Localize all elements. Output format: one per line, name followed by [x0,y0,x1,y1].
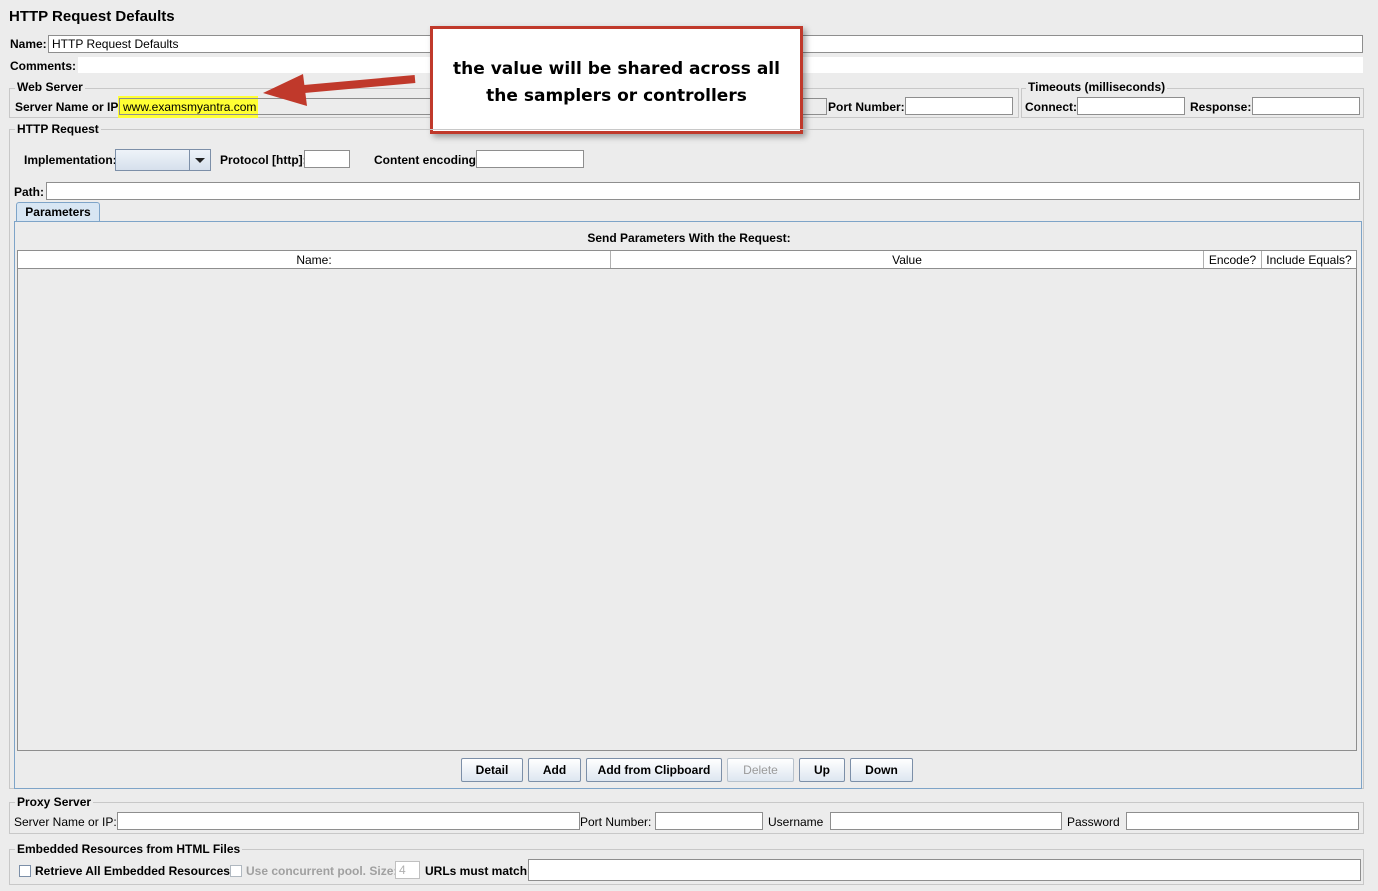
concurrent-pool-label: Use concurrent pool. Size: [246,864,398,878]
parameters-table[interactable] [17,250,1357,751]
http-request-legend: HTTP Request [15,122,101,136]
implementation-select[interactable] [115,149,211,171]
name-label: Name: [10,37,47,51]
column-header-encode[interactable]: Encode? [1204,251,1262,268]
annotation-arrow-icon [263,74,416,106]
proxy-password-label: Password [1067,815,1120,829]
path-field[interactable] [46,182,1360,200]
add-button[interactable]: Add [528,758,581,782]
add-from-clipboard-button[interactable]: Add from Clipboard [586,758,722,782]
down-button[interactable]: Down [850,758,913,782]
column-header-include-equals[interactable]: Include Equals? [1262,251,1356,268]
proxy-username-field[interactable] [830,812,1062,830]
timeouts-legend: Timeouts (milliseconds) [1026,80,1168,94]
proxy-server-field[interactable] [117,812,580,830]
proxy-username-label: Username [768,815,824,829]
annotation-callout: the value will be shared across all the … [430,26,803,134]
detail-button[interactable]: Detail [461,758,523,782]
content-encoding-label: Content encoding: [374,153,480,167]
urls-must-match-field[interactable] [528,859,1361,881]
up-button[interactable]: Up [799,758,845,782]
retrieve-embedded-label: Retrieve All Embedded Resources [35,864,230,878]
protocol-label: Protocol [http]: [220,153,307,167]
connect-label: Connect: [1025,100,1077,114]
dropdown-button[interactable] [189,150,210,170]
response-label: Response: [1190,100,1252,114]
page-title: HTTP Request Defaults [9,8,175,25]
column-header-name[interactable]: Name: [18,251,611,268]
parameters-heading: Send Parameters With the Request: [587,231,791,245]
pool-size-field[interactable] [395,861,420,879]
column-header-value[interactable]: Value [611,251,1204,268]
content-encoding-field[interactable] [476,150,584,168]
implementation-label: Implementation: [24,153,117,167]
urls-must-match-label: URLs must match: [425,864,532,878]
table-header: Name: Value Encode? Include Equals? [17,250,1357,269]
embedded-resources-legend: Embedded Resources from HTML Files [15,842,243,856]
concurrent-pool-checkbox[interactable] [230,865,242,877]
path-label: Path: [14,185,44,199]
server-name-label: Server Name or IP: [15,100,123,114]
web-server-legend: Web Server [15,80,85,94]
annotation-line-2: the samplers or controllers [486,86,747,106]
response-field[interactable] [1252,97,1360,115]
retrieve-embedded-checkbox[interactable] [19,865,31,877]
chevron-down-icon [195,158,205,163]
port-number-label: Port Number: [828,100,905,114]
proxy-server-legend: Proxy Server [15,795,94,809]
comments-label: Comments: [10,59,77,73]
server-name-value: www.examsmyantra.com [123,100,257,114]
tab-parameters[interactable]: Parameters [16,202,100,222]
proxy-server-label: Server Name or IP: [14,815,117,829]
port-number-field[interactable] [905,97,1013,115]
delete-button[interactable]: Delete [727,758,794,782]
proxy-port-label: Port Number: [580,815,652,829]
connect-field[interactable] [1077,97,1185,115]
proxy-port-field[interactable] [655,812,763,830]
annotation-line-1: the value will be shared across all [453,59,780,79]
protocol-field[interactable] [304,150,350,168]
proxy-password-field[interactable] [1126,812,1359,830]
